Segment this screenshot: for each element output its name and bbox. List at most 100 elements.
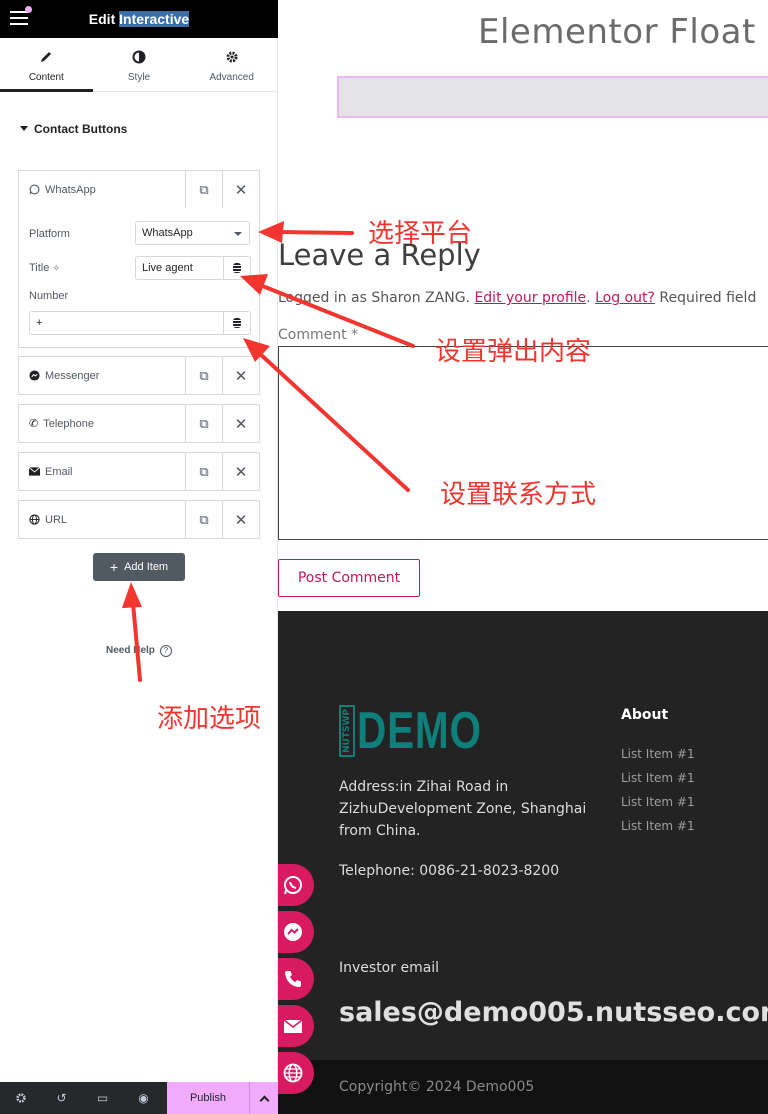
number-input[interactable]: + <box>29 311 224 335</box>
remove-button[interactable]: ✕ <box>222 405 259 442</box>
repeater-item-whatsapp[interactable]: WhatsApp ⧉ ✕ <box>18 170 260 209</box>
envelope-icon <box>283 1019 303 1033</box>
phone-icon <box>285 971 301 987</box>
platform-label: Platform <box>29 228 70 240</box>
footer-about-item[interactable]: List Item #1 <box>621 771 695 785</box>
footer-about-item[interactable]: List Item #1 <box>621 795 695 809</box>
remove-button[interactable]: ✕ <box>222 171 259 208</box>
annotation-platform: 选择平台 <box>368 219 473 249</box>
annotation-popup: 设置弹出内容 <box>435 337 592 367</box>
devices-icon: ▭ <box>96 1091 109 1105</box>
annotation-add: 添加选项 <box>157 704 262 734</box>
site-title: Elementor Float <box>478 12 756 52</box>
publish-button[interactable]: Publish <box>167 1082 249 1114</box>
gear-icon <box>15 1093 26 1103</box>
globe-icon <box>29 514 40 525</box>
copy-icon: ⧉ <box>199 415 209 431</box>
eye-icon: ◉ <box>138 1091 149 1105</box>
tab-advanced[interactable]: Advanced <box>185 38 278 91</box>
tab-style[interactable]: Style <box>93 38 186 91</box>
panel-tabs: Content Style Advanced <box>0 38 278 92</box>
half-circle-icon <box>93 50 186 66</box>
caret-down-icon <box>20 126 28 131</box>
platform-value: WhatsApp <box>142 227 193 239</box>
repeater-item-label[interactable]: Messenger <box>19 357 185 394</box>
remove-button[interactable]: ✕ <box>222 357 259 394</box>
logo-main-text: DEMO <box>357 702 482 760</box>
repeater-item-messenger[interactable]: Messenger ⧉ ✕ <box>18 356 260 395</box>
dynamic-tags-button-number[interactable] <box>224 311 251 335</box>
copyright-bar: Copyright© 2024 Demo005 <box>278 1060 768 1114</box>
copy-icon: ⧉ <box>199 511 209 527</box>
dynamic-tags-button[interactable] <box>224 256 251 280</box>
close-icon: ✕ <box>234 511 248 529</box>
footer-about-item[interactable]: List Item #1 <box>621 747 695 761</box>
duplicate-button[interactable]: ⧉ <box>185 357 222 394</box>
history-button[interactable]: ↺ <box>41 1082 82 1114</box>
site-footer: NUTSWP DEMO Address:in Zihai Road in Ziz… <box>278 611 768 1060</box>
platform-select[interactable]: WhatsApp <box>135 221 250 245</box>
duplicate-button[interactable]: ⧉ <box>185 405 222 442</box>
question-icon: ? <box>159 645 172 657</box>
preview-button[interactable]: ◉ <box>123 1082 164 1114</box>
edit-profile-link[interactable]: Edit your profile <box>474 290 586 306</box>
log-out-link[interactable]: Log out? <box>595 290 655 306</box>
close-icon: ✕ <box>234 463 248 481</box>
duplicate-button[interactable]: ⧉ <box>185 171 222 208</box>
plus-icon: + <box>109 559 119 575</box>
need-help-label: Need Help <box>106 645 155 656</box>
tab-content-label: Content <box>28 72 64 83</box>
duplicate-button[interactable]: ⧉ <box>185 453 222 490</box>
panel-title-widget: Interactive <box>119 11 190 27</box>
repeater-item-email[interactable]: Email ⧉ ✕ <box>18 452 260 491</box>
footer-about-title: About <box>621 707 669 723</box>
add-item-button[interactable]: + Add Item <box>93 553 185 581</box>
settings-button[interactable] <box>0 1082 41 1114</box>
repeater-item-telephone[interactable]: ✆ Telephone ⧉ ✕ <box>18 404 260 443</box>
panel-title: Edit Interactive <box>0 11 278 27</box>
need-help-link[interactable]: Need Help? <box>106 645 172 657</box>
responsive-mode-button[interactable]: ▭ <box>82 1082 123 1114</box>
repeater-item-url[interactable]: URL ⧉ ✕ <box>18 500 260 539</box>
repeater-item-label[interactable]: WhatsApp <box>19 171 185 208</box>
title-input-value: Live agent <box>142 262 193 274</box>
tab-style-label: Style <box>127 72 151 83</box>
repeater-item-label[interactable]: ✆ Telephone <box>19 405 185 442</box>
copy-icon: ⧉ <box>199 463 209 479</box>
tab-content[interactable]: Content <box>0 38 93 92</box>
title-label: Title <box>29 262 50 274</box>
ai-sparkle-icon[interactable]: ✧ <box>52 263 60 273</box>
footer-about-item[interactable]: List Item #1 <box>621 819 695 833</box>
repeater-item-text: Messenger <box>45 369 100 382</box>
site-logo: NUTSWP DEMO <box>339 705 517 757</box>
page-preview: Elementor Float Leave a Reply Logged in … <box>278 0 768 1114</box>
close-icon: ✕ <box>234 181 248 199</box>
close-icon: ✕ <box>234 415 248 433</box>
repeater-item-text: Email <box>45 465 73 478</box>
remove-button[interactable]: ✕ <box>222 453 259 490</box>
post-comment-button[interactable]: Post Comment <box>278 559 420 597</box>
tab-advanced-label: Advanced <box>209 72 254 83</box>
messenger-icon <box>29 370 40 381</box>
footer-email[interactable]: sales@demo005.nutsseo.com <box>339 997 768 1028</box>
logo-side-text: NUTSWP <box>339 705 355 757</box>
footer-investor-label: Investor email <box>339 960 440 976</box>
number-input-value: + <box>36 317 43 329</box>
whatsapp-settings: Platform WhatsApp Title ✧ Live agent Num… <box>18 208 260 348</box>
section-contact-buttons[interactable]: Contact Buttons <box>20 122 127 136</box>
remove-button[interactable]: ✕ <box>222 501 259 538</box>
duplicate-button[interactable]: ⧉ <box>185 501 222 538</box>
footer-address: Address:in Zihai Road in ZizhuDevelopmen… <box>339 779 587 839</box>
repeater-item-label[interactable]: Email <box>19 453 185 490</box>
publish-options-button[interactable] <box>249 1082 278 1114</box>
panel-title-prefix: Edit <box>88 11 116 27</box>
repeater-item-label[interactable]: URL <box>19 501 185 538</box>
title-input[interactable]: Live agent <box>135 256 224 280</box>
selected-widget-placeholder[interactable] <box>337 76 768 118</box>
whatsapp-icon <box>29 184 40 195</box>
logged-in-notice: Logged in as Sharon ZANG. Edit your prof… <box>278 290 756 306</box>
database-icon <box>233 318 241 328</box>
comment-label: Comment * <box>278 327 359 343</box>
copyright-text: Copyright© 2024 Demo005 <box>339 1079 535 1095</box>
globe-icon <box>283 1063 303 1083</box>
